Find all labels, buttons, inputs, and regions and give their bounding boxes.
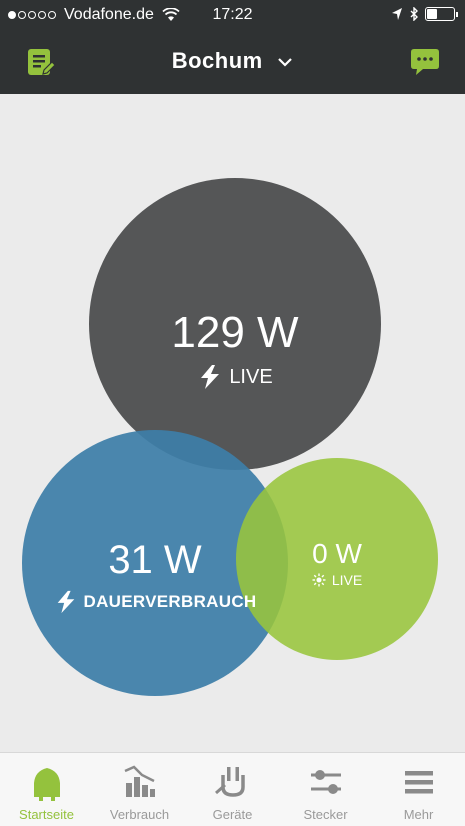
bluetooth-icon <box>410 7 418 21</box>
standby-consumption-caption: DAUERVERBRAUCH <box>22 590 288 614</box>
standby-consumption-label: DAUERVERBRAUCH <box>83 592 257 611</box>
menu-icon <box>404 771 433 794</box>
location-arrow-icon <box>392 8 402 20</box>
tab-label: Startseite <box>19 807 74 822</box>
chevron-down-icon <box>278 58 293 67</box>
location-selector[interactable]: Bochum <box>0 48 465 74</box>
plug-icon <box>214 767 245 797</box>
tab-startseite[interactable]: Startseite <box>0 753 93 826</box>
sliders-icon <box>310 770 341 794</box>
solar-production-caption: LIVE <box>236 572 438 588</box>
tab-label: Mehr <box>403 807 434 822</box>
lightning-icon <box>57 590 74 614</box>
live-consumption-label: LIVE <box>229 365 273 388</box>
tab-label: Geräte <box>212 807 253 822</box>
location-title: Bochum <box>171 48 263 73</box>
app-header: Bochum <box>0 32 465 94</box>
sun-icon <box>312 573 326 587</box>
tab-stecker[interactable]: Stecker <box>279 753 372 826</box>
tab-label: Stecker <box>303 807 348 822</box>
tab-verbrauch[interactable]: Verbrauch <box>93 753 186 826</box>
status-bar: Vodafone.de 17:22 <box>0 0 465 32</box>
tab-mehr[interactable]: Mehr <box>372 753 465 826</box>
bottom-tab-bar: Startseite Verbrauch Geräte Stecker Mehr <box>0 752 465 826</box>
bar-chart-icon <box>123 765 155 797</box>
solar-production-label: LIVE <box>331 572 363 588</box>
live-consumption-caption: LIVE <box>89 364 381 390</box>
lightning-icon <box>201 365 220 389</box>
solar-production-value: 0 W <box>312 538 362 569</box>
battery-icon <box>425 7 458 21</box>
live-consumption-value: 129 W <box>171 308 299 357</box>
chat-bubble-icon[interactable] <box>407 44 443 80</box>
house-icon <box>33 768 60 801</box>
tab-label: Verbrauch <box>109 807 170 822</box>
tab-geraete[interactable]: Geräte <box>186 753 279 826</box>
status-indicators <box>385 7 458 21</box>
